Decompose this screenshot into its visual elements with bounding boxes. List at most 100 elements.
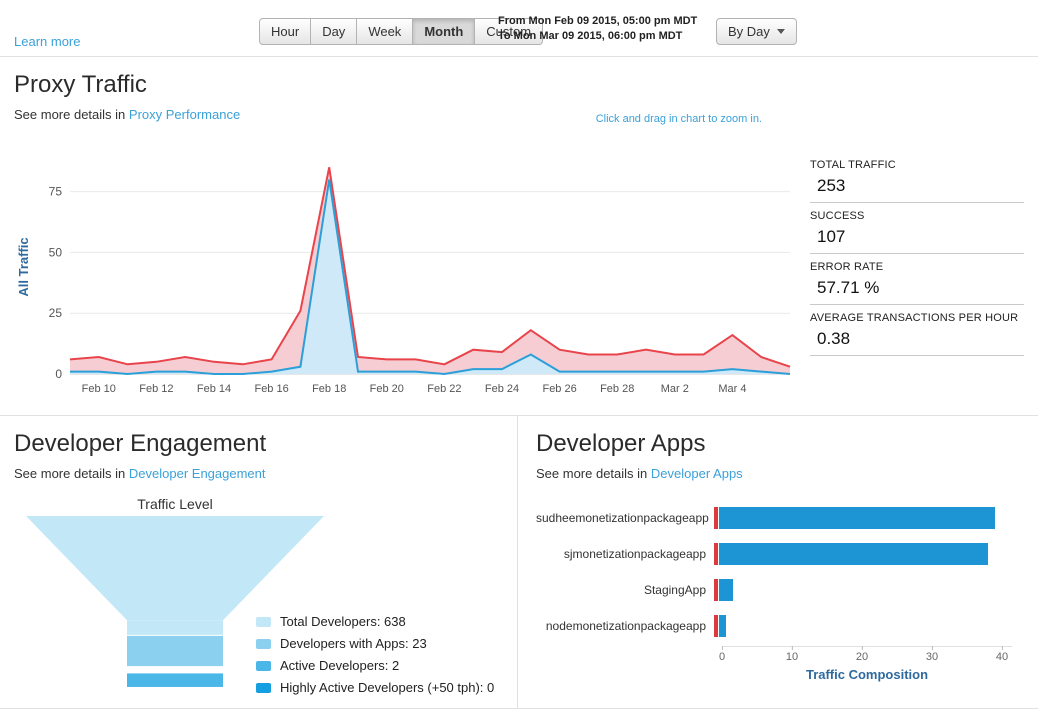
legend-swatch xyxy=(256,639,271,649)
x-axis-tick: 40 xyxy=(996,651,1008,663)
legend-item: Total Developers: 638 xyxy=(256,614,494,629)
svg-text:25: 25 xyxy=(49,306,63,320)
apps-bar-rows: sudheemonetizationpackageapp sjmonetizati… xyxy=(536,500,1012,644)
svg-text:Feb 22: Feb 22 xyxy=(427,383,461,395)
x-axis-tick: 10 xyxy=(786,651,798,663)
svg-text:50: 50 xyxy=(49,245,63,259)
bar-error-segment[interactable] xyxy=(714,543,718,565)
topbar: Learn more HourDayWeekMonthCustom From M… xyxy=(0,0,1038,57)
bar-track[interactable] xyxy=(714,506,1004,530)
svg-text:Feb 28: Feb 28 xyxy=(600,383,634,395)
bar-error-segment[interactable] xyxy=(714,615,718,637)
developer-apps-subtitle: See more details in Developer Apps xyxy=(536,466,1020,481)
bar-row: StagingApp xyxy=(536,572,1012,608)
bar-label: StagingApp xyxy=(536,583,714,597)
svg-text:Feb 10: Feb 10 xyxy=(82,383,116,395)
funnel-legend: Total Developers: 638 Developers with App… xyxy=(256,614,494,702)
subtitle-text: See more details in xyxy=(536,466,647,481)
proxy-chart-row: 0 25 50 75 Feb 10 Feb 12 Feb 14 Feb 16 Feb 18 Feb… xyxy=(14,150,1024,411)
legend-item: Highly Active Developers (+50 tph): 0 xyxy=(256,680,494,695)
bar-row: nodemonetizationpackageapp xyxy=(536,608,1012,644)
x-axis-tick: 30 xyxy=(926,651,938,663)
x-axis-tick: 0 xyxy=(719,651,725,663)
y-axis-label: All Traffic xyxy=(16,237,31,296)
legend-label: Highly Active Developers (+50 tph): 0 xyxy=(280,680,494,695)
stat-block: TOTAL TRAFFIC 253 xyxy=(810,154,1024,203)
by-day-dropdown[interactable]: By Day xyxy=(716,18,797,45)
bar-label: sudheemonetizationpackageapp xyxy=(536,511,714,525)
stat-block: ERROR RATE 57.71 % xyxy=(810,256,1024,305)
bar-track[interactable] xyxy=(714,578,1004,602)
stat-label: ERROR RATE xyxy=(810,261,1024,273)
stat-label: TOTAL TRAFFIC xyxy=(810,159,1024,171)
proxy-traffic-title: Proxy Traffic xyxy=(14,71,1024,99)
bar-row: sjmonetizationpackageapp xyxy=(536,536,1012,572)
developer-engagement-title: Developer Engagement xyxy=(14,430,503,458)
legend-item: Active Developers: 2 xyxy=(256,658,494,673)
time-range-hour-button[interactable]: Hour xyxy=(259,18,311,45)
all-traffic-chart[interactable]: 0 25 50 75 Feb 10 Feb 12 Feb 14 Feb 16 Feb 18 Feb… xyxy=(14,150,802,411)
date-range: From Mon Feb 09 2015, 05:00 pm MDT To Mo… xyxy=(498,14,697,44)
developer-engagement-link[interactable]: Developer Engagement xyxy=(129,466,266,481)
svg-text:Feb 12: Feb 12 xyxy=(139,383,173,395)
subtitle-text: See more details in xyxy=(14,107,125,122)
legend-label: Developers with Apps: 23 xyxy=(280,636,427,651)
time-range-day-button[interactable]: Day xyxy=(311,18,357,45)
stat-value: 107 xyxy=(817,227,1024,247)
bar-value-segment[interactable] xyxy=(719,507,996,529)
x-axis-label: Traffic Composition xyxy=(722,667,1012,682)
legend-label: Active Developers: 2 xyxy=(280,658,399,673)
svg-text:Feb 26: Feb 26 xyxy=(542,383,576,395)
developer-apps-section: Developer Apps See more details in Devel… xyxy=(518,416,1038,708)
svg-text:Feb 16: Feb 16 xyxy=(254,383,288,395)
developer-apps-link[interactable]: Developer Apps xyxy=(651,466,743,481)
svg-text:0: 0 xyxy=(55,367,62,381)
by-day-label: By Day xyxy=(728,24,770,39)
date-range-from: From Mon Feb 09 2015, 05:00 pm MDT xyxy=(498,14,697,29)
stat-block: SUCCESS 107 xyxy=(810,205,1024,254)
date-range-to: To Mon Mar 09 2015, 06:00 pm MDT xyxy=(498,29,697,44)
bar-value-segment[interactable] xyxy=(719,615,726,637)
developer-engagement-subtitle: See more details in Developer Engagement xyxy=(14,466,503,481)
svg-text:Mar 2: Mar 2 xyxy=(661,383,689,395)
svg-text:Feb 14: Feb 14 xyxy=(197,383,231,395)
legend-label: Total Developers: 638 xyxy=(280,614,406,629)
legend-swatch xyxy=(256,661,271,671)
svg-text:75: 75 xyxy=(49,185,63,199)
subtitle-text: See more details in xyxy=(14,466,125,481)
svg-text:Feb 20: Feb 20 xyxy=(370,383,404,395)
bar-label: sjmonetizationpackageapp xyxy=(536,547,714,561)
stat-label: SUCCESS xyxy=(810,210,1024,222)
svg-text:Mar 4: Mar 4 xyxy=(718,383,746,395)
legend-swatch xyxy=(256,683,271,693)
zoom-hint: Click and drag in chart to zoom in. xyxy=(596,113,762,125)
learn-more-link[interactable]: Learn more xyxy=(14,34,80,49)
legend-swatch xyxy=(256,617,271,627)
bar-track[interactable] xyxy=(714,542,1004,566)
apps-bar-chart: sudheemonetizationpackageapp sjmonetizati… xyxy=(536,500,1012,682)
bottom-row: Developer Engagement See more details in… xyxy=(0,416,1038,709)
legend-item: Developers with Apps: 23 xyxy=(256,636,494,651)
time-range-week-button[interactable]: Week xyxy=(357,18,413,45)
bar-value-segment[interactable] xyxy=(719,579,733,601)
stat-value: 57.71 % xyxy=(817,278,1024,298)
bar-row: sudheemonetizationpackageapp xyxy=(536,500,1012,536)
developer-engagement-section: Developer Engagement See more details in… xyxy=(0,416,518,708)
all-traffic-chart-svg[interactable]: 0 25 50 75 Feb 10 Feb 12 Feb 14 Feb 16 Feb 18 Feb… xyxy=(14,150,802,406)
bar-value-segment[interactable] xyxy=(719,543,989,565)
stat-block: AVERAGE TRANSACTIONS PER HOUR 0.38 xyxy=(810,307,1024,356)
bar-error-segment[interactable] xyxy=(714,507,718,529)
stat-label: AVERAGE TRANSACTIONS PER HOUR xyxy=(810,312,1024,324)
bar-error-segment[interactable] xyxy=(714,579,718,601)
x-axis-tick: 20 xyxy=(856,651,868,663)
stat-value: 0.38 xyxy=(817,329,1024,349)
bar-track[interactable] xyxy=(714,614,1004,638)
stat-value: 253 xyxy=(817,176,1024,196)
traffic-stats: TOTAL TRAFFIC 253 SUCCESS 107 ERROR RATE 57.7… xyxy=(810,150,1024,411)
funnel-title: Traffic Level xyxy=(25,496,325,512)
time-range-month-button[interactable]: Month xyxy=(413,18,475,45)
caret-down-icon xyxy=(777,29,785,34)
developer-apps-title: Developer Apps xyxy=(536,430,1020,458)
proxy-performance-link[interactable]: Proxy Performance xyxy=(129,107,240,122)
svg-text:Feb 18: Feb 18 xyxy=(312,383,346,395)
